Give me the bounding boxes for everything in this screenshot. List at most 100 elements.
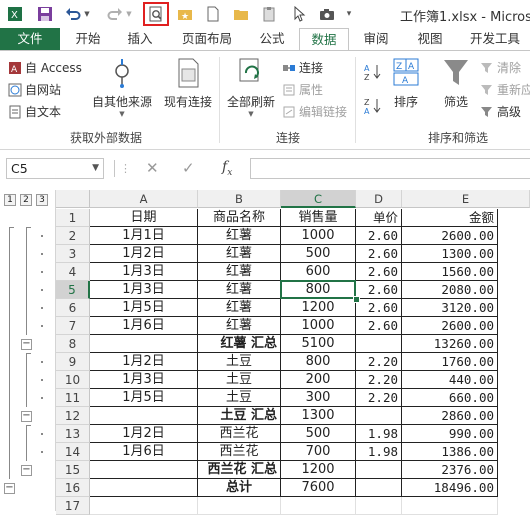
cell-c10[interactable]: 200	[281, 371, 356, 389]
fill-handle[interactable]	[353, 296, 360, 303]
cell-e1[interactable]: 金额	[402, 209, 498, 227]
edit-links-button[interactable]: 编辑链接	[282, 103, 347, 120]
properties-button[interactable]: 属性	[282, 81, 323, 98]
cell-a15[interactable]	[90, 461, 198, 479]
cell-d6[interactable]: 2.60	[356, 299, 402, 317]
cell-b9[interactable]: 土豆	[198, 353, 281, 371]
cell-a16[interactable]	[90, 479, 198, 497]
sort-desc-button[interactable]: ZA	[364, 97, 382, 115]
camera-icon[interactable]	[316, 3, 338, 25]
cell-e13[interactable]: 990.00	[402, 425, 498, 443]
cell-c5[interactable]: 800	[281, 281, 356, 299]
advanced-filter-button[interactable]: 高级	[480, 103, 521, 120]
tab-formulas[interactable]: 公式	[250, 28, 294, 50]
pointer-icon[interactable]	[288, 3, 310, 25]
cancel-icon[interactable]: ✕	[146, 159, 159, 177]
redo-dropdown-icon[interactable]: ▼	[124, 3, 134, 25]
undo-icon[interactable]	[62, 3, 84, 25]
outline-level-1-button[interactable]: 1	[4, 194, 16, 206]
cell-a3[interactable]: 1月2日	[90, 245, 198, 263]
open-folder-icon[interactable]	[230, 3, 252, 25]
cell-d15[interactable]	[356, 461, 402, 479]
cell-c1[interactable]: 销售量	[281, 209, 356, 227]
cell-d5[interactable]: 2.60	[356, 281, 402, 299]
cell-c8[interactable]: 5100	[281, 335, 356, 353]
refresh-all-button[interactable]: 全部刷新 ▼	[226, 57, 276, 118]
sort-button[interactable]: ZAA 排序	[388, 57, 424, 110]
cell-a8[interactable]	[90, 335, 198, 353]
from-text-button[interactable]: 自文本	[8, 103, 61, 120]
name-box-dropdown-icon[interactable]: ▼	[92, 159, 99, 178]
cell-c4[interactable]: 600	[281, 263, 356, 281]
cell-b13[interactable]: 西兰花	[198, 425, 281, 443]
cell-e15[interactable]: 2376.00	[402, 461, 498, 479]
tab-developer[interactable]: 开发工具	[462, 28, 528, 50]
cell-d13[interactable]: 1.98	[356, 425, 402, 443]
row-header-4[interactable]: 4	[56, 263, 90, 281]
cell-c7[interactable]: 1000	[281, 317, 356, 335]
cell-d16[interactable]	[356, 479, 402, 497]
row-header-1[interactable]: 1	[56, 209, 90, 227]
from-other-sources-button[interactable]: 自其他来源 ▼	[92, 57, 152, 118]
cell-a4[interactable]: 1月3日	[90, 263, 198, 281]
cell-b10[interactable]: 土豆	[198, 371, 281, 389]
cell-d8[interactable]	[356, 335, 402, 353]
cell-b4[interactable]: 红薯	[198, 263, 281, 281]
cell-c2[interactable]: 1000	[281, 227, 356, 245]
cell-c12[interactable]: 1300	[281, 407, 356, 425]
collapse-group-button[interactable]: −	[21, 339, 32, 350]
column-header-c[interactable]: C	[281, 190, 356, 208]
cell-e9[interactable]: 1760.00	[402, 353, 498, 371]
sort-asc-button[interactable]: AZ	[364, 63, 382, 81]
cell-c15[interactable]: 1200	[281, 461, 356, 479]
filter-button[interactable]: 筛选	[438, 57, 474, 110]
cell-d3[interactable]: 2.60	[356, 245, 402, 263]
column-header-b[interactable]: B	[198, 190, 281, 208]
tab-file[interactable]: 文件	[0, 28, 60, 50]
collapse-group-button[interactable]: −	[21, 465, 32, 476]
undo-dropdown-icon[interactable]: ▼	[82, 3, 92, 25]
collapse-group-button[interactable]: −	[21, 411, 32, 422]
cell-e8[interactable]: 13260.00	[402, 335, 498, 353]
cell-c14[interactable]: 700	[281, 443, 356, 461]
cell-b1[interactable]: 商品名称	[198, 209, 281, 227]
connections-button[interactable]: 连接	[282, 59, 323, 76]
cell-e2[interactable]: 2600.00	[402, 227, 498, 245]
tab-page-layout[interactable]: 页面布局	[172, 28, 242, 50]
cell-b12[interactable]: 土豆 汇总	[198, 407, 281, 425]
cell-e12[interactable]: 2860.00	[402, 407, 498, 425]
cell-c9[interactable]: 800	[281, 353, 356, 371]
tab-review[interactable]: 审阅	[354, 28, 398, 50]
row-header-5[interactable]: 5	[56, 281, 90, 299]
cell-b3[interactable]: 红薯	[198, 245, 281, 263]
cell-b6[interactable]: 红薯	[198, 299, 281, 317]
cell-b7[interactable]: 红薯	[198, 317, 281, 335]
cell-c16[interactable]: 7600	[281, 479, 356, 497]
tab-view[interactable]: 视图	[408, 28, 452, 50]
cell-a7[interactable]: 1月6日	[90, 317, 198, 335]
row-header-7[interactable]: 7	[56, 317, 90, 335]
row-header-8[interactable]: 8	[56, 335, 90, 353]
row-header-2[interactable]: 2	[56, 227, 90, 245]
row-header-13[interactable]: 13	[56, 425, 90, 443]
insert-function-icon[interactable]: fx	[222, 159, 232, 178]
formula-input[interactable]	[250, 158, 530, 179]
cell-a17[interactable]	[90, 497, 198, 515]
star-folder-icon[interactable]: ★	[174, 3, 196, 25]
cell-e3[interactable]: 1300.00	[402, 245, 498, 263]
outline-level-2-button[interactable]: 2	[20, 194, 32, 206]
cell-a2[interactable]: 1月1日	[90, 227, 198, 245]
redo-icon[interactable]	[104, 3, 126, 25]
cell-b2[interactable]: 红薯	[198, 227, 281, 245]
from-access-button[interactable]: A 自 Access	[8, 59, 82, 76]
row-header-3[interactable]: 3	[56, 245, 90, 263]
row-header-17[interactable]: 17	[56, 497, 90, 515]
cell-e10[interactable]: 440.00	[402, 371, 498, 389]
cell-c17[interactable]	[281, 497, 356, 515]
row-header-6[interactable]: 6	[56, 299, 90, 317]
row-header-10[interactable]: 10	[56, 371, 90, 389]
cell-e17[interactable]	[402, 497, 498, 515]
cell-d10[interactable]: 2.20	[356, 371, 402, 389]
cell-d7[interactable]: 2.60	[356, 317, 402, 335]
cell-c6[interactable]: 1200	[281, 299, 356, 317]
